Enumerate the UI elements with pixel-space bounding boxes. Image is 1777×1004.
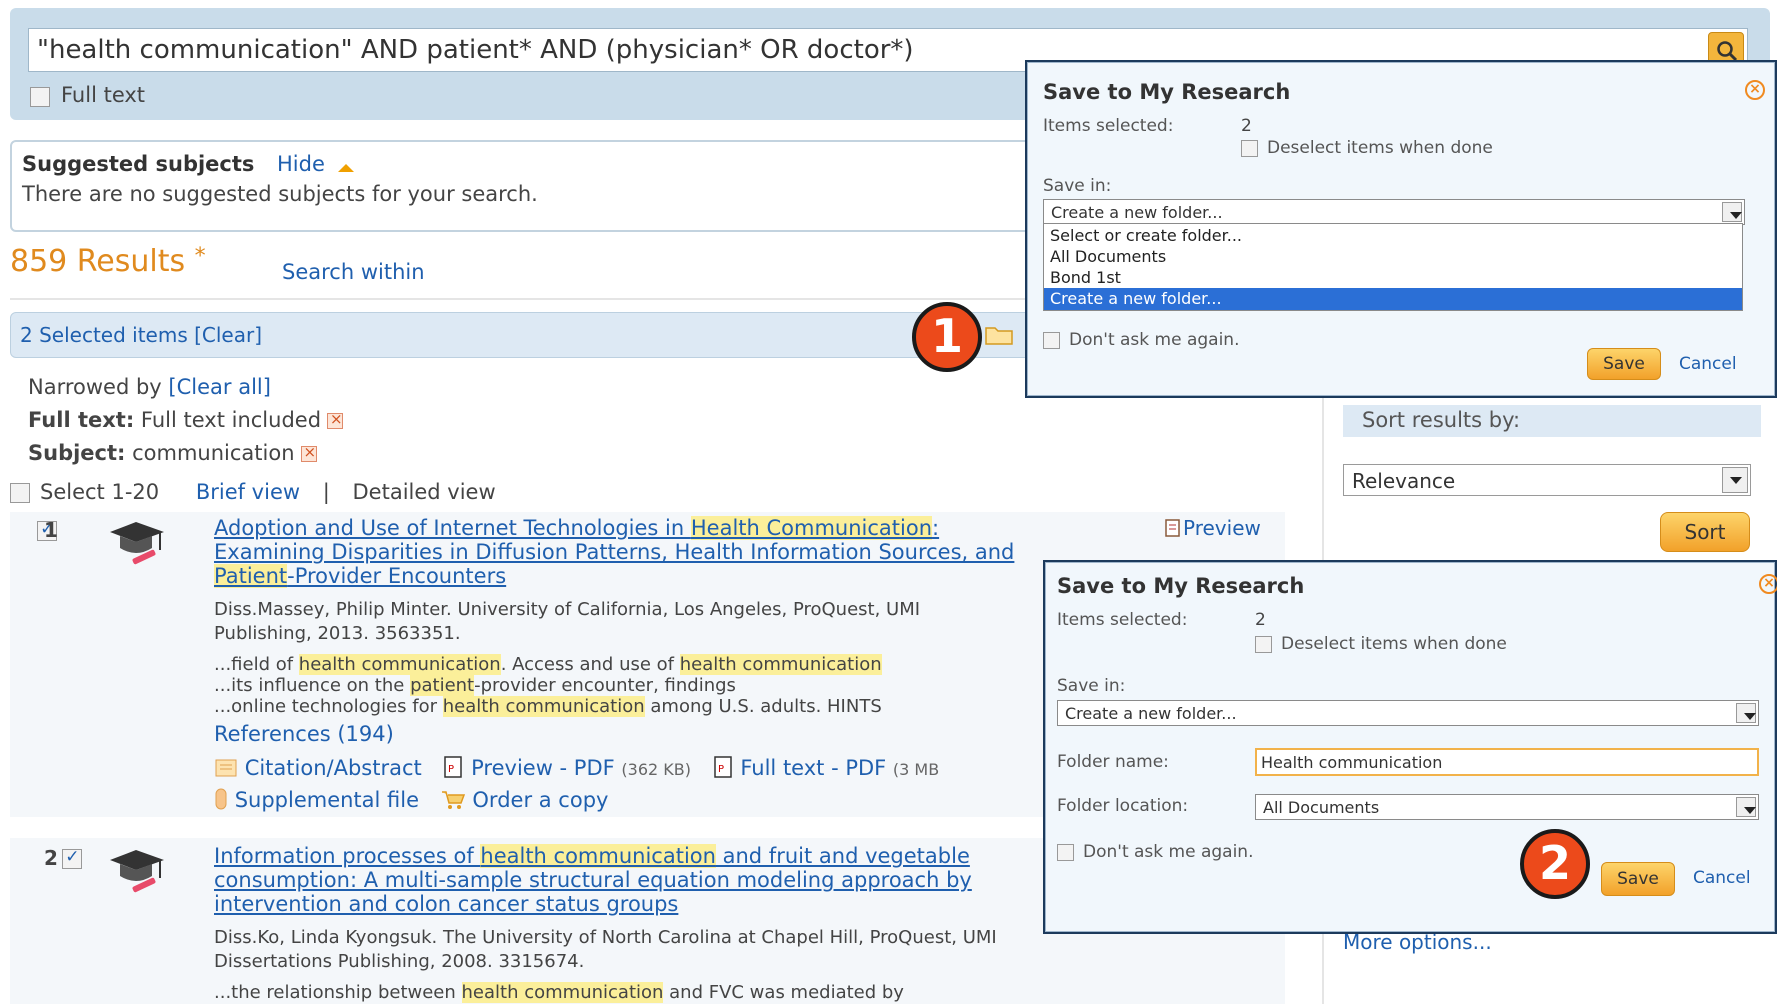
deselect-label: Deselect items when done <box>1267 138 1493 158</box>
pdf-icon: P <box>444 756 463 778</box>
chevron-down-icon[interactable] <box>1722 467 1748 493</box>
select-row: Select 1-20 Brief view | Detailed view <box>10 480 496 504</box>
preview-pdf-link[interactable]: P Preview - PDF (362 KB) <box>442 756 691 780</box>
preview-icon <box>1165 519 1180 537</box>
save-button[interactable]: Save <box>1601 862 1675 896</box>
selected-items-link[interactable]: 2 Selected items [Clear] <box>20 323 262 347</box>
deselect-label: Deselect items when done <box>1281 634 1507 654</box>
result-meta: Diss.Massey, Philip Minter. University o… <box>214 599 921 644</box>
suggested-subjects-title: Suggested subjects <box>22 152 255 176</box>
chevron-down-icon[interactable] <box>1736 703 1756 723</box>
dropdown-option[interactable]: Select or create folder... <box>1050 226 1242 245</box>
dont-ask-checkbox[interactable] <box>1043 332 1060 349</box>
suggested-subjects-text: There are no suggested subjects for your… <box>22 182 538 206</box>
dont-ask-checkbox[interactable] <box>1057 844 1074 861</box>
chevron-down-icon[interactable] <box>1722 202 1742 222</box>
svg-text:P: P <box>448 764 454 775</box>
folder-dropdown-list: Select or create folder... All Documents… <box>1043 223 1743 311</box>
select-all-checkbox[interactable] <box>10 483 30 503</box>
deselect-checkbox[interactable] <box>1255 636 1272 653</box>
pdf-icon: P <box>713 756 732 778</box>
items-selected-value: 2 <box>1255 610 1266 630</box>
result-actions: Citation/Abstract P Preview - PDF (362 K… <box>214 755 939 780</box>
full-text-pdf-link[interactable]: P Full text - PDF (3 MB <box>712 756 939 780</box>
result-snippet: ...field of health communication. Access… <box>214 654 882 717</box>
detailed-view-label[interactable]: Detailed view <box>353 480 496 504</box>
cart-icon <box>441 791 465 809</box>
cancel-link[interactable]: Cancel <box>1693 868 1751 888</box>
result-number: 1 <box>44 518 58 542</box>
step-badge-2: 2 <box>1520 829 1590 899</box>
result-number: 2 <box>44 846 58 870</box>
brief-view-link[interactable]: Brief view <box>196 480 300 504</box>
step-badge-1: 1 <box>912 302 982 372</box>
remove-filter-icon[interactable] <box>327 410 344 429</box>
order-copy-link[interactable]: Order a copy <box>440 788 608 812</box>
save-button[interactable]: Save <box>1587 348 1661 380</box>
dropdown-option[interactable]: All Documents <box>1050 247 1166 266</box>
result-title-link[interactable]: Information processes of health communic… <box>214 844 972 916</box>
supplemental-file-link[interactable]: Supplemental file <box>214 788 419 812</box>
folder-name-input[interactable] <box>1255 748 1759 776</box>
asterisk: * <box>194 244 206 269</box>
save-dialog-2: Save to My Research × Items selected: 2 … <box>1043 560 1777 934</box>
result-snippet: ...the relationship between health commu… <box>214 982 904 1003</box>
close-icon[interactable]: × <box>1759 574 1777 594</box>
filter-subject: Subject: communication <box>28 441 317 465</box>
save-in-value: Create a new folder... <box>1065 704 1237 723</box>
sort-select-value: Relevance <box>1352 469 1456 493</box>
dialog-title: Save to My Research <box>1057 574 1305 598</box>
folder-icon[interactable] <box>985 325 1013 349</box>
graduation-cap-icon <box>106 844 168 896</box>
cancel-link[interactable]: Cancel <box>1679 354 1737 374</box>
sort-button[interactable]: Sort <box>1660 512 1750 552</box>
save-in-label: Save in: <box>1043 176 1112 196</box>
chevron-down-icon[interactable] <box>1736 797 1756 817</box>
folder-location-value: All Documents <box>1263 798 1380 817</box>
references-link[interactable]: References (194) <box>214 722 394 746</box>
document-icon <box>215 759 237 777</box>
folder-location-label: Folder location: <box>1057 796 1189 816</box>
full-text-checkbox[interactable] <box>30 86 50 107</box>
items-selected-value: 2 <box>1241 116 1252 136</box>
view-separator: | <box>322 480 330 504</box>
citation-abstract-link[interactable]: Citation/Abstract <box>214 756 422 780</box>
items-selected-label: Items selected: <box>1043 116 1174 136</box>
remove-filter-icon[interactable] <box>300 443 317 462</box>
dropdown-option[interactable]: Bond 1st <box>1050 268 1121 287</box>
result-actions-2: Supplemental file Order a copy <box>214 787 608 812</box>
items-selected-label: Items selected: <box>1057 610 1188 630</box>
result-meta: Diss.Ko, Linda Kyongsuk. The University … <box>214 927 997 972</box>
dont-ask-label: Don't ask me again. <box>1069 330 1240 350</box>
dropdown-option-selected[interactable]: Create a new folder... <box>1050 289 1222 308</box>
deselect-checkbox[interactable] <box>1241 140 1258 157</box>
paperclip-icon <box>215 788 227 810</box>
search-within-link[interactable]: Search within <box>282 260 425 284</box>
preview-link[interactable]: Preview <box>1163 516 1261 540</box>
save-in-value: Create a new folder... <box>1051 203 1223 222</box>
filter-full-text: Full text: Full text included <box>28 408 344 432</box>
close-icon[interactable]: × <box>1745 80 1765 100</box>
full-text-label: Full text <box>61 83 146 107</box>
result-title-link[interactable]: Adoption and Use of Internet Technologie… <box>214 516 1014 588</box>
narrowed-by: Narrowed by [Clear all] <box>28 375 271 399</box>
svg-text:P: P <box>718 764 724 775</box>
dialog-title: Save to My Research <box>1043 80 1291 104</box>
save-in-label: Save in: <box>1057 676 1126 696</box>
clear-all-link[interactable]: [Clear all] <box>168 375 271 399</box>
result-checkbox[interactable] <box>62 847 83 869</box>
dont-ask-label: Don't ask me again. <box>1083 842 1254 862</box>
folder-name-label: Folder name: <box>1057 752 1169 772</box>
select-range-label: Select 1-20 <box>40 480 160 504</box>
chevron-up-icon[interactable] <box>338 164 354 172</box>
graduation-cap-icon <box>106 516 168 568</box>
results-count: 859 Results * <box>10 244 206 279</box>
sort-label: Sort results by: <box>1362 408 1521 432</box>
hide-link[interactable]: Hide <box>277 152 325 176</box>
